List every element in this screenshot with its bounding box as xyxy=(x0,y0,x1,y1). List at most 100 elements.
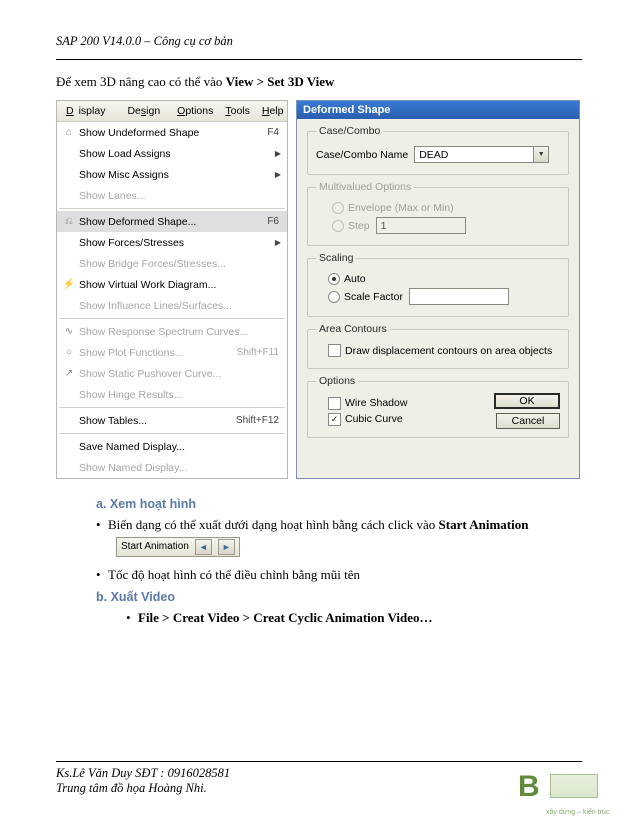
menubar-design[interactable]: Design xyxy=(117,104,170,118)
cubic-curve-check[interactable]: ✓Cubic Curve xyxy=(328,413,403,426)
bullet-a2: Tốc độ hoạt hình có thể điều chỉnh bằng … xyxy=(96,565,582,585)
menu-label: Show Response Spectrum Curves... xyxy=(79,326,283,338)
multivalued-group: Multivalued Options Envelope (Max or Min… xyxy=(307,181,569,246)
check-label: Wire Shadow xyxy=(345,397,407,409)
menu-deformed-shape[interactable]: ⎌ Show Deformed Shape... F6 xyxy=(57,211,287,232)
menu-show-named-display: Show Named Display... xyxy=(57,457,287,478)
virtual-work-icon: ⚡ xyxy=(59,279,79,290)
bullet-b1: File > Creat Video > Creat Cyclic Animat… xyxy=(126,608,582,628)
menu-bridge-forces: Show Bridge Forces/Stresses... xyxy=(57,253,287,274)
menu-pushover: ↗Show Static Pushover Curve... xyxy=(57,363,287,384)
section-b-heading: b. Xuất Video xyxy=(96,590,582,604)
scaling-group: Scaling Auto Scale Factor xyxy=(307,252,569,317)
menu-label: Show Bridge Forces/Stresses... xyxy=(79,258,283,270)
radio-label: Scale Factor xyxy=(344,291,403,303)
start-animation-button[interactable]: Start Animation xyxy=(121,541,189,552)
menu-label: Show Lanes... xyxy=(79,190,283,202)
menu-label: Show Misc Assigns xyxy=(79,169,275,181)
group-legend: Scaling xyxy=(316,252,356,264)
step-radio: Step xyxy=(332,220,370,232)
menu-label: Show Static Pushover Curve... xyxy=(79,368,283,380)
anim-speed-down-icon[interactable]: ◄ xyxy=(195,539,212,555)
options-group: Options Wire Shadow ✓Cubic Curve OK Canc… xyxy=(307,375,569,438)
anim-speed-up-icon[interactable]: ► xyxy=(218,539,235,555)
start-animation-toolbar: Start Animation ◄ ► xyxy=(116,537,240,557)
menu-undeformed-shape[interactable]: ⌂ Show Undeformed Shape F4 xyxy=(57,122,287,143)
menubar-tools[interactable]: Tools xyxy=(220,104,255,118)
menu-hinge-results: Show Hinge Results... xyxy=(57,384,287,405)
group-legend: Area Contours xyxy=(316,323,390,335)
display-menu-panel: Display Design Options Tools Help ⌂ Show… xyxy=(56,100,288,479)
deformed-shape-dialog: Deformed Shape Case/Combo Case/Combo Nam… xyxy=(296,100,580,479)
menu-forces-stresses[interactable]: Show Forces/Stresses▶ xyxy=(57,232,287,253)
menu-save-named-display[interactable]: Save Named Display... xyxy=(57,436,287,457)
menu-label: Show Influence Lines/Surfaces... xyxy=(79,300,283,312)
menu-influence-lines: Show Influence Lines/Surfaces... xyxy=(57,295,287,316)
spectrum-icon: ∿ xyxy=(59,326,79,337)
dialog-title: Deformed Shape xyxy=(297,101,579,119)
menu-label: Show Deformed Shape... xyxy=(79,216,267,228)
menu-label: Show Hinge Results... xyxy=(79,389,283,401)
page-footer: Ks.Lê Văn Duy SĐT : 0916028581 Trung tâm… xyxy=(56,757,582,796)
submenu-arrow-icon: ▶ xyxy=(275,170,281,179)
menu-show-tables[interactable]: Show Tables... Shift+F12 xyxy=(57,410,287,431)
menu-shortcut: Shift+F11 xyxy=(237,347,279,358)
submenu-arrow-icon: ▶ xyxy=(275,149,281,158)
menu-virtual-work[interactable]: ⚡ Show Virtual Work Diagram... xyxy=(57,274,287,295)
menu-response-spectrum: ∿Show Response Spectrum Curves... xyxy=(57,321,287,342)
dropdown-arrow-icon[interactable]: ▼ xyxy=(534,146,549,163)
menubar-help[interactable]: Help xyxy=(257,104,289,118)
group-legend: Multivalued Options xyxy=(316,181,414,193)
menu-label: Show Tables... xyxy=(79,415,236,427)
menu-label: Show Undeformed Shape xyxy=(79,127,267,139)
cancel-button[interactable]: Cancel xyxy=(496,413,560,429)
envelope-radio: Envelope (Max or Min) xyxy=(332,202,454,214)
menu-load-assigns[interactable]: Show Load Assigns▶ xyxy=(57,143,287,164)
logo-letter: B xyxy=(518,770,540,804)
menu-label: Save Named Display... xyxy=(79,441,283,453)
menubar: Display Design Options Tools Help xyxy=(57,101,287,122)
menu-label: Show Load Assigns xyxy=(79,148,275,160)
page-header: SAP 200 V14.0.0 – Công cụ cơ bản xyxy=(56,34,582,49)
text: Biến dạng có thể xuất dưới dạng hoạt hìn… xyxy=(108,517,361,532)
footer-line-2: Trung tâm đồ họa Hoàng Nhi. xyxy=(56,781,582,796)
header-rule xyxy=(56,59,582,60)
text-bold: File > Creat Video > Creat Cyclic Animat… xyxy=(138,610,433,625)
auto-radio[interactable]: Auto xyxy=(328,273,366,285)
menu-shortcut: Shift+F12 xyxy=(236,415,279,426)
step-input xyxy=(376,217,466,234)
menu-label: Show Named Display... xyxy=(79,462,283,474)
ok-button[interactable]: OK xyxy=(494,393,560,409)
radio-label: Auto xyxy=(344,273,366,285)
case-combo-select[interactable]: ▼ xyxy=(414,146,549,163)
intro-text: Để xem 3D nâng cao có thể vào View > Set… xyxy=(56,74,582,90)
undeformed-icon: ⌂ xyxy=(59,127,79,138)
menu-label: Show Forces/Stresses xyxy=(79,237,275,249)
footer-line-1: Ks.Lê Văn Duy SĐT : 0916028581 xyxy=(56,766,582,781)
check-label: Cubic Curve xyxy=(345,413,403,425)
intro-pre: Để xem 3D nâng cao có thể vào xyxy=(56,74,226,89)
pushover-icon: ↗ xyxy=(59,368,79,379)
logo-subtext: xây dựng – kiến trúc xyxy=(546,809,609,816)
text: cách click vào xyxy=(361,517,439,532)
menubar-options[interactable]: Options xyxy=(172,104,218,118)
group-legend: Options xyxy=(316,375,358,387)
menu-shortcut: F6 xyxy=(267,216,279,227)
menubar-display[interactable]: Display xyxy=(61,104,115,118)
menu-misc-assigns[interactable]: Show Misc Assigns▶ xyxy=(57,164,287,185)
radio-label: Envelope (Max or Min) xyxy=(348,202,454,214)
scale-factor-radio[interactable]: Scale Factor xyxy=(328,291,403,303)
footer-logo: B xây dựng – kiến trúc xyxy=(516,770,598,818)
case-combo-input[interactable] xyxy=(414,146,534,163)
scale-factor-input[interactable] xyxy=(409,288,509,305)
menu-shortcut: F4 xyxy=(267,127,279,138)
menu-label: Show Plot Functions... xyxy=(79,347,237,359)
deformed-icon: ⎌ xyxy=(59,216,79,227)
case-combo-label: Case/Combo Name xyxy=(316,149,408,161)
check-label: Draw displacement contours on area objec… xyxy=(345,345,552,357)
area-contours-group: Area Contours Draw displacement contours… xyxy=(307,323,569,369)
draw-contours-check[interactable]: Draw displacement contours on area objec… xyxy=(328,344,552,357)
case-combo-group: Case/Combo Case/Combo Name ▼ xyxy=(307,125,569,175)
group-legend: Case/Combo xyxy=(316,125,383,137)
wire-shadow-check[interactable]: Wire Shadow xyxy=(328,397,407,410)
